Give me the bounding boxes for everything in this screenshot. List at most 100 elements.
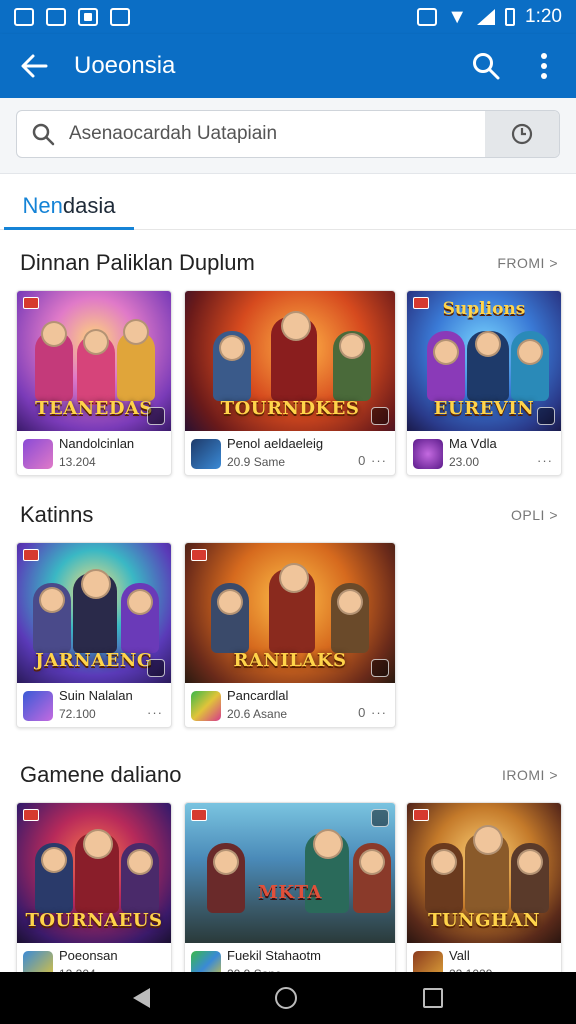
nav-back-icon[interactable]: [132, 988, 150, 1008]
section-more-link[interactable]: OPLI >: [511, 507, 558, 523]
app-title: Uoeonsia: [74, 52, 176, 79]
app-bar: Uoeonsia: [0, 34, 576, 98]
game-name: Suin Nalalan: [59, 688, 133, 703]
info-badge-icon: [147, 407, 165, 425]
game-name: Ma Vdla: [449, 436, 497, 451]
game-artwork: MKTA: [185, 803, 395, 943]
section-title: Gamene daliano: [20, 762, 182, 787]
tab-nendasia[interactable]: Nen dasia: [4, 182, 134, 230]
game-count: 72.100: [59, 707, 96, 721]
game-card[interactable]: TEANEDAS Nandolcinlan 13.204: [16, 290, 172, 476]
game-meta: Nandolcinlan 13.204: [17, 431, 171, 475]
game-meta: Pancardlal 20.6 Asane 0 ···: [185, 683, 395, 727]
game-count: 20.9 Same: [227, 455, 286, 469]
more-vertical-icon: [541, 53, 547, 79]
info-badge-icon: [371, 809, 389, 827]
game-meta: Suin Nalalan 72.100 ···: [17, 683, 171, 727]
clock-icon: [511, 123, 533, 145]
section-1: Dinnan Paliklan Duplum FROMI > TEANEDAS …: [0, 248, 576, 478]
section-3: Gamene daliano IROMI > TOURNAEUS Poeonsa…: [0, 760, 576, 988]
game-count: 20.6 Asane: [227, 707, 288, 721]
game-meta: Penol aeldaeleig 20.9 Same 0 ···: [185, 431, 395, 475]
game-card[interactable]: TOURNDKES Penol aeldaeleig 20.9 Same 0 ·…: [184, 290, 396, 476]
rating-badge-icon: [23, 297, 39, 309]
battery-icon: [505, 8, 516, 26]
app-icon: [191, 439, 221, 469]
status-time: 1:20: [525, 6, 562, 27]
back-button[interactable]: [14, 46, 54, 86]
rating-badge-icon: [23, 549, 39, 561]
section-more-link[interactable]: FROMI >: [497, 255, 558, 271]
tab-label-rest: dasia: [62, 193, 116, 218]
nav-recents-icon[interactable]: [423, 988, 444, 1008]
stop-icon: [78, 8, 98, 26]
game-artwork: TUNGHAN: [407, 803, 561, 943]
arrow-left-icon: [21, 54, 48, 78]
rating-badge-icon: [191, 549, 207, 561]
more-options-icon[interactable]: 0 ···: [358, 453, 387, 468]
section-more-link[interactable]: IROMI >: [502, 767, 558, 783]
section-header: Dinnan Paliklan Duplum FROMI >: [20, 248, 558, 278]
game-art-title: MKTA: [258, 882, 322, 903]
message-icon: [46, 8, 66, 26]
app-bar-actions: [468, 48, 562, 84]
game-meta: Ma Vdla 23.00 ···: [407, 431, 561, 475]
search-box: [16, 110, 560, 158]
tab-indicator: [4, 227, 134, 230]
game-count: 23.00: [449, 455, 480, 469]
section-title: Dinnan Paliklan Duplum: [20, 250, 255, 275]
tab-bar: Nen dasia: [0, 182, 576, 230]
status-bar: ▼ 1:20: [0, 0, 576, 34]
game-card[interactable]: RANILAKS Pancardlal 20.6 Asane 0 ···: [184, 542, 396, 728]
rating-badge-icon: [413, 297, 429, 309]
app-icon: [23, 439, 53, 469]
more-options-icon[interactable]: 0 ···: [358, 705, 387, 720]
more-options-icon[interactable]: ···: [147, 705, 163, 720]
game-card[interactable]: JARNAENG Suin Nalalan 72.100 ···: [16, 542, 172, 728]
game-artwork: Suplions EUREVIN: [407, 291, 561, 431]
wifi-icon: ▼: [447, 5, 468, 28]
search-button[interactable]: [468, 48, 504, 84]
system-icons: ▼ 1:20: [417, 6, 562, 29]
game-art-title: TOURNDKES: [220, 398, 360, 419]
rating-badge-icon: [23, 809, 39, 821]
app-notification-icon: [110, 8, 130, 26]
game-name: Fuekil Stahaotm: [227, 948, 321, 963]
nav-home-icon[interactable]: [275, 987, 298, 1009]
notification-icons: [14, 8, 130, 26]
nfc-icon: [417, 8, 438, 26]
app-icon: [413, 439, 443, 469]
search-icon: [473, 53, 500, 80]
app-icon: [191, 691, 221, 721]
game-card[interactable]: TUNGHAN Vall 22.1029 ···: [406, 802, 562, 988]
game-art-top-title: Suplions: [442, 299, 526, 319]
game-artwork: RANILAKS: [185, 543, 395, 683]
section-2: Katinns OPLI > JARNAENG Suin Nalalan 72.…: [0, 500, 576, 730]
game-card[interactable]: TOURNAEUS Poeonsan 12.204 ···: [16, 802, 172, 988]
game-name: Nandolcinlan: [59, 436, 135, 451]
app-icon: [23, 691, 53, 721]
history-button[interactable]: [485, 111, 559, 157]
search-input[interactable]: [69, 123, 485, 145]
game-art-title: TOURNAEUS: [25, 910, 163, 931]
overflow-menu-button[interactable]: [526, 48, 562, 84]
tab-label-prefix: Nen: [22, 193, 63, 218]
game-artwork: JARNAENG: [17, 543, 171, 683]
rating-badge-icon: [191, 809, 207, 821]
game-card[interactable]: Suplions EUREVIN Ma Vdla 23.00 ···: [406, 290, 562, 476]
rating-badge-icon: [413, 809, 429, 821]
section-header: Gamene daliano IROMI >: [20, 760, 558, 790]
search-area: [0, 98, 576, 174]
game-artwork: TOURNAEUS: [17, 803, 171, 943]
info-badge-icon: [371, 659, 389, 677]
signal-icon: [477, 9, 496, 25]
game-artwork: TOURNDKES: [185, 291, 395, 431]
game-name: Vall: [449, 948, 470, 963]
info-badge-icon: [147, 659, 165, 677]
game-name: Penol aeldaeleig: [227, 436, 324, 451]
notification-icon: [14, 8, 34, 26]
search-field-icon: [17, 111, 69, 157]
game-card[interactable]: MKTA Fuekil Stahaotm 20.9 Sane ···: [184, 802, 396, 988]
more-options-icon[interactable]: ···: [537, 453, 553, 468]
info-badge-icon: [537, 407, 555, 425]
